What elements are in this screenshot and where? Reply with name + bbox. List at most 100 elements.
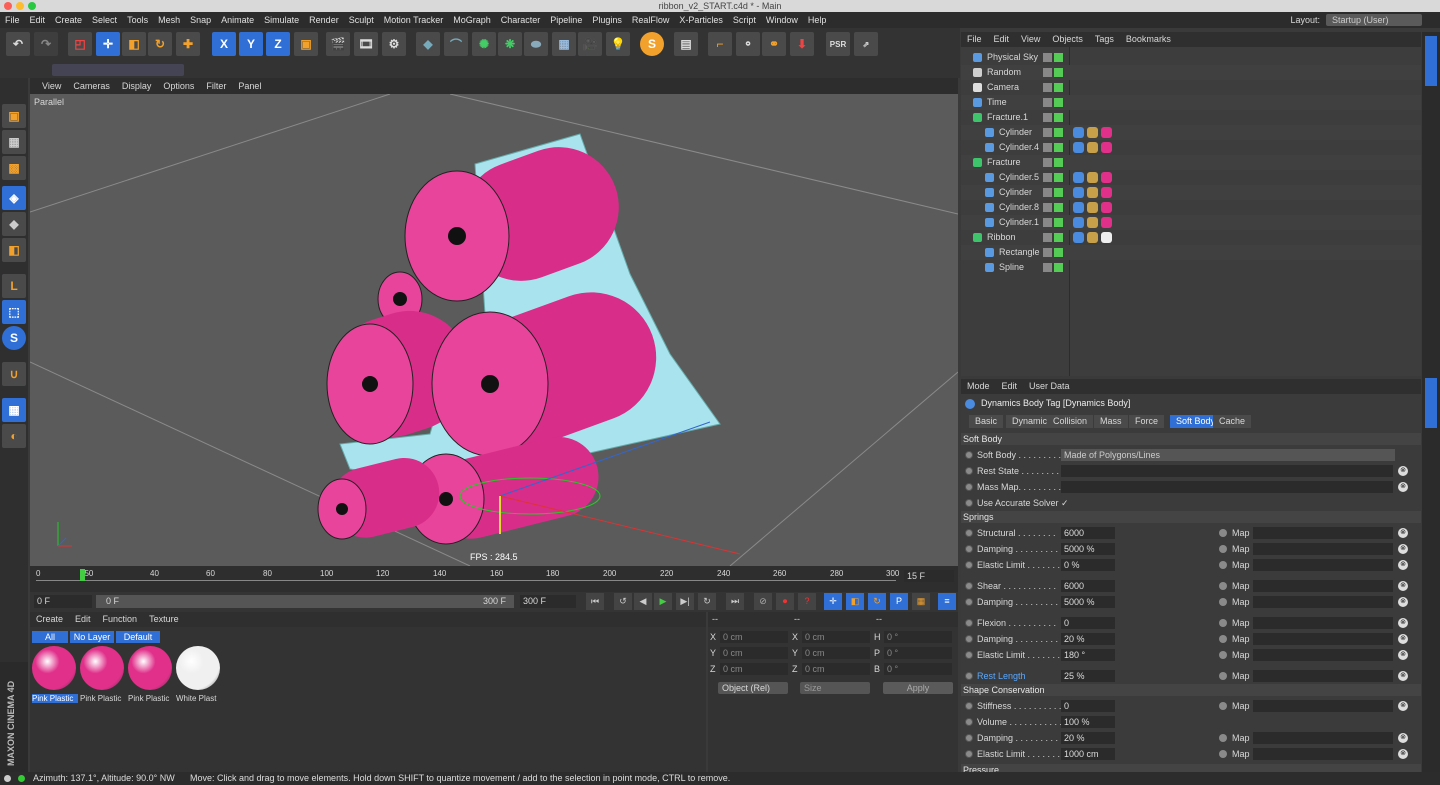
link-field[interactable] <box>1061 481 1393 493</box>
undo-icon[interactable]: ↶ <box>6 32 30 56</box>
previous-key-icon[interactable]: ↺ <box>614 593 632 610</box>
map-link-field[interactable] <box>1253 580 1393 592</box>
material-name[interactable]: Pink Plastic <box>80 694 126 703</box>
objects-tab[interactable] <box>1425 36 1437 86</box>
object-row[interactable]: Rectangle <box>961 245 1421 260</box>
map-link-field[interactable] <box>1253 527 1393 539</box>
animation-dot-icon[interactable] <box>965 750 973 758</box>
material-name[interactable]: Pink Plastic <box>32 694 78 703</box>
floor-icon[interactable]: ▦ <box>552 32 576 56</box>
object-row[interactable]: Cylinder.1 <box>961 215 1421 230</box>
tab-basic[interactable]: Basic <box>969 415 1004 428</box>
object-row[interactable]: Ribbon <box>961 230 1421 245</box>
menu-help[interactable]: Help <box>803 12 832 28</box>
live-selection-icon[interactable]: ◰ <box>68 32 92 56</box>
play-icon[interactable]: ▶ <box>654 593 672 610</box>
animation-dot-icon[interactable] <box>965 619 973 627</box>
model-mode-icon[interactable]: ◈ <box>2 186 26 210</box>
array-icon[interactable]: ❋ <box>498 32 522 56</box>
menu-edit[interactable]: Edit <box>25 12 51 28</box>
animation-dot-icon[interactable] <box>965 702 973 710</box>
parameter-value-field[interactable]: 100 % <box>1061 716 1115 728</box>
render-settings-icon[interactable]: ⚙ <box>382 32 406 56</box>
map-link-field[interactable] <box>1253 649 1393 661</box>
y-axis-lock-icon[interactable]: Y <box>239 32 263 56</box>
animation-dot-icon[interactable] <box>965 483 973 491</box>
coordinate-field[interactable]: 0 cm <box>720 663 788 675</box>
animation-dot-icon[interactable] <box>965 672 973 680</box>
parameter-value-field[interactable]: 180 ° <box>1061 649 1115 661</box>
map-animation-dot-icon[interactable] <box>1219 734 1227 742</box>
map-animation-dot-icon[interactable] <box>1219 619 1227 627</box>
clear-map-icon[interactable]: ⊗ <box>1398 597 1408 607</box>
parameter-value-field[interactable]: Made of Polygons/Lines <box>1061 449 1395 461</box>
menu-mesh[interactable]: Mesh <box>153 12 185 28</box>
texture-mode-icon[interactable]: ▦ <box>2 130 26 154</box>
solo-icon[interactable]: S <box>2 326 26 350</box>
redo-icon[interactable]: ↷ <box>34 32 58 56</box>
clear-map-icon[interactable]: ⊗ <box>1398 671 1408 681</box>
material-tag-icon[interactable] <box>1101 127 1112 138</box>
menu-snap[interactable]: Snap <box>185 12 216 28</box>
attribute-menu-user-data[interactable]: User Data <box>1023 379 1076 394</box>
start-frame-field[interactable]: 0 F <box>34 595 92 608</box>
material-name[interactable]: Pink Plastic <box>128 694 174 703</box>
locked-grid-icon[interactable]: ◐ <box>2 424 26 448</box>
keyframe-selection-icon[interactable]: ⊘ <box>754 593 772 610</box>
fracture-tag-icon[interactable] <box>1087 232 1098 243</box>
axis-mode-icon[interactable]: L <box>2 274 26 298</box>
object-menu-file[interactable]: File <box>961 32 988 47</box>
camera-tool-icon[interactable]: 🎥 <box>578 32 602 56</box>
animation-dot-icon[interactable] <box>965 718 973 726</box>
menu-script[interactable]: Script <box>728 12 761 28</box>
fracture-tag-icon[interactable] <box>1087 217 1098 228</box>
zoom-window-button[interactable] <box>28 2 36 10</box>
animation-dot-icon[interactable] <box>965 635 973 643</box>
attributes-tab[interactable] <box>1425 378 1437 428</box>
record-icon[interactable]: ⏺ <box>776 593 794 610</box>
visibility-flags[interactable] <box>1043 203 1063 212</box>
menu-window[interactable]: Window <box>761 12 803 28</box>
object-row[interactable]: Physical Sky <box>961 50 1421 65</box>
apply-button[interactable]: Apply <box>883 682 953 694</box>
render-view-icon[interactable]: 🎬 <box>326 32 350 56</box>
visibility-flags[interactable] <box>1043 158 1063 167</box>
map-animation-dot-icon[interactable] <box>1219 582 1227 590</box>
visibility-flags[interactable] <box>1043 218 1063 227</box>
snap-icon[interactable]: ⌐ <box>708 32 732 56</box>
material-swatch[interactable] <box>32 646 76 690</box>
map-animation-dot-icon[interactable] <box>1219 545 1227 553</box>
visibility-flags[interactable] <box>1043 188 1063 197</box>
points-mode-icon[interactable]: ◆ <box>2 212 26 236</box>
use-accurate-solver-checkbox[interactable]: ✓ <box>1061 495 1069 511</box>
parameter-value-field[interactable]: 6000 <box>1061 527 1115 539</box>
material-menu-edit[interactable]: Edit <box>69 612 97 627</box>
axis-icon[interactable]: ⇗ <box>854 32 878 56</box>
dynamics-tag-icon[interactable] <box>1073 187 1084 198</box>
viewport-menu-panel[interactable]: Panel <box>232 78 267 94</box>
key-parameter-icon[interactable]: P <box>890 593 908 610</box>
generator-icon[interactable]: ✺ <box>472 32 496 56</box>
clear-map-icon[interactable]: ⊗ <box>1398 581 1408 591</box>
workplane-grid-icon[interactable]: ▦ <box>2 398 26 422</box>
animation-dot-icon[interactable] <box>965 598 973 606</box>
object-row[interactable]: Random <box>961 65 1421 80</box>
menu-tools[interactable]: Tools <box>122 12 153 28</box>
timeline-ruler[interactable]: 0 150 40 60 80 100 120 140 160 180 200 220 240 260 280… <box>30 566 958 592</box>
clear-link-icon[interactable]: ⊗ <box>1398 466 1408 476</box>
render-picture-viewer-icon[interactable]: 🎞 <box>354 32 378 56</box>
next-key-icon[interactable]: ↻ <box>698 593 716 610</box>
map-animation-dot-icon[interactable] <box>1219 529 1227 537</box>
link-field[interactable] <box>1061 465 1393 477</box>
material-swatch[interactable] <box>176 646 220 690</box>
tab-cache[interactable]: Cache <box>1213 415 1252 428</box>
map-link-field[interactable] <box>1253 633 1393 645</box>
coordinate-field[interactable]: 0 cm <box>802 631 870 643</box>
s-plugin-icon[interactable]: S <box>640 32 664 56</box>
coordinate-field[interactable]: 0 cm <box>720 631 788 643</box>
viewport-menu-filter[interactable]: Filter <box>200 78 232 94</box>
clear-map-icon[interactable]: ⊗ <box>1398 560 1408 570</box>
end-frame-field[interactable]: 300 F <box>520 595 576 608</box>
animation-dot-icon[interactable] <box>965 529 973 537</box>
key-pla-icon[interactable]: ▦ <box>912 593 930 610</box>
